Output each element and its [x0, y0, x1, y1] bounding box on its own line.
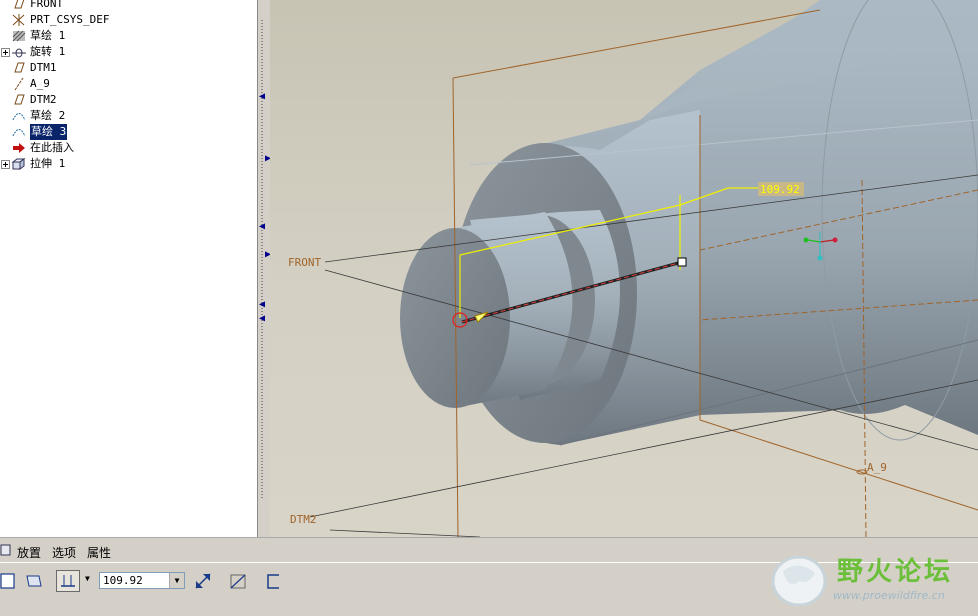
- tree-item[interactable]: FRONT: [0, 0, 257, 12]
- tab-properties[interactable]: 属性: [87, 544, 111, 561]
- expand-icon[interactable]: [1, 48, 10, 57]
- tree-item-label: DTM1: [30, 61, 57, 74]
- tab-placement[interactable]: 放置: [17, 544, 41, 561]
- expand-icon[interactable]: [1, 160, 10, 169]
- thicken-icon[interactable]: [264, 571, 284, 591]
- datum-plane-icon: [11, 61, 27, 75]
- watermark-logo: [771, 555, 827, 607]
- depth-dropdown-arrow-icon[interactable]: ▼: [85, 574, 90, 583]
- front-plane-label: FRONT: [288, 256, 321, 269]
- graphics-window[interactable]: 109.92 FRONT DTM2 A_9: [270, 0, 978, 537]
- sketch-hatched-icon: [11, 29, 27, 43]
- dashboard-icon: [0, 544, 11, 556]
- blind-depth-icon[interactable]: [56, 570, 80, 592]
- depth-value-input[interactable]: [100, 573, 173, 588]
- revolve-icon: [11, 45, 27, 59]
- tree-item[interactable]: DTM2: [0, 92, 257, 108]
- remove-material-icon[interactable]: [228, 571, 248, 591]
- forum-watermark: 野火论坛 www.proewildfire.cn: [767, 549, 973, 613]
- tree-item-label: 草绘 2: [30, 109, 66, 122]
- tree-item[interactable]: 草绘 3: [0, 124, 257, 140]
- collapse-left-icon[interactable]: ◀: [259, 300, 265, 310]
- tree-item[interactable]: 在此插入: [0, 140, 257, 156]
- collapse-left-icon[interactable]: ◀: [259, 92, 265, 102]
- tree-item-label: 在此插入: [30, 141, 74, 154]
- tree-item-label: DTM2: [30, 93, 57, 106]
- tree-item-label: 草绘 3: [30, 124, 68, 140]
- tree-item[interactable]: 草绘 2: [0, 108, 257, 124]
- depth-value-dropdown-icon[interactable]: ▼: [169, 573, 184, 588]
- dtm2-plane-label: DTM2: [290, 513, 317, 526]
- tree-item[interactable]: PRT_CSYS_DEF: [0, 12, 257, 28]
- axis-label: A_9: [867, 461, 887, 474]
- surface-icon[interactable]: [24, 571, 44, 591]
- tab-options[interactable]: 选项: [52, 544, 76, 561]
- tree-item[interactable]: 旋转 1: [0, 44, 257, 60]
- model-view[interactable]: 109.92 FRONT DTM2 A_9: [270, 0, 978, 537]
- panel-splitter[interactable]: ◀ ▶ ◀ ▶ ◀ ◀: [258, 0, 271, 537]
- tree-item-label: 旋转 1: [30, 45, 66, 58]
- flip-direction-icon[interactable]: [193, 571, 213, 591]
- drag-handle: [677, 257, 687, 267]
- sketch-icon: [11, 125, 27, 139]
- tree-item-label: A_9: [30, 77, 50, 90]
- collapse-left-icon[interactable]: ◀: [259, 222, 265, 232]
- tree-item[interactable]: A_9: [0, 76, 257, 92]
- dimension-value[interactable]: 109.92: [760, 183, 800, 196]
- datum-axis-icon: [11, 77, 27, 91]
- tree-item[interactable]: 草绘 1: [0, 28, 257, 44]
- watermark-url: www.proewildfire.cn: [833, 589, 945, 602]
- tree-item[interactable]: 拉伸 1: [0, 156, 257, 172]
- insert-here-arrow-icon: [11, 141, 27, 155]
- feature-dashboard: 放置 选项 属性 ▼ ▼ 野火论坛 w: [0, 537, 978, 616]
- tree-item-label: 草绘 1: [30, 29, 66, 42]
- datum-plane-icon: [11, 93, 27, 107]
- tree-item-label: PRT_CSYS_DEF: [30, 13, 110, 26]
- datum-plane-icon: [11, 0, 27, 11]
- tree-item[interactable]: DTM1: [0, 60, 257, 76]
- model-tree: FRONT PRT_CSYS_DEF 草绘 1 旋转 1 DTM1 A_9 DTM2 草绘 2…: [0, 0, 258, 537]
- depth-value-field[interactable]: ▼: [99, 572, 185, 589]
- tree-item-label: 拉伸 1: [30, 157, 66, 170]
- extrude-icon: [11, 157, 27, 171]
- watermark-text: 野火论坛: [837, 557, 954, 587]
- tree-item-label: FRONT: [30, 0, 64, 10]
- collapse-left-icon[interactable]: ◀: [259, 314, 265, 324]
- sketch-icon: [11, 109, 27, 123]
- coordinate-system-icon: [11, 13, 27, 27]
- solid-icon[interactable]: [0, 571, 20, 591]
